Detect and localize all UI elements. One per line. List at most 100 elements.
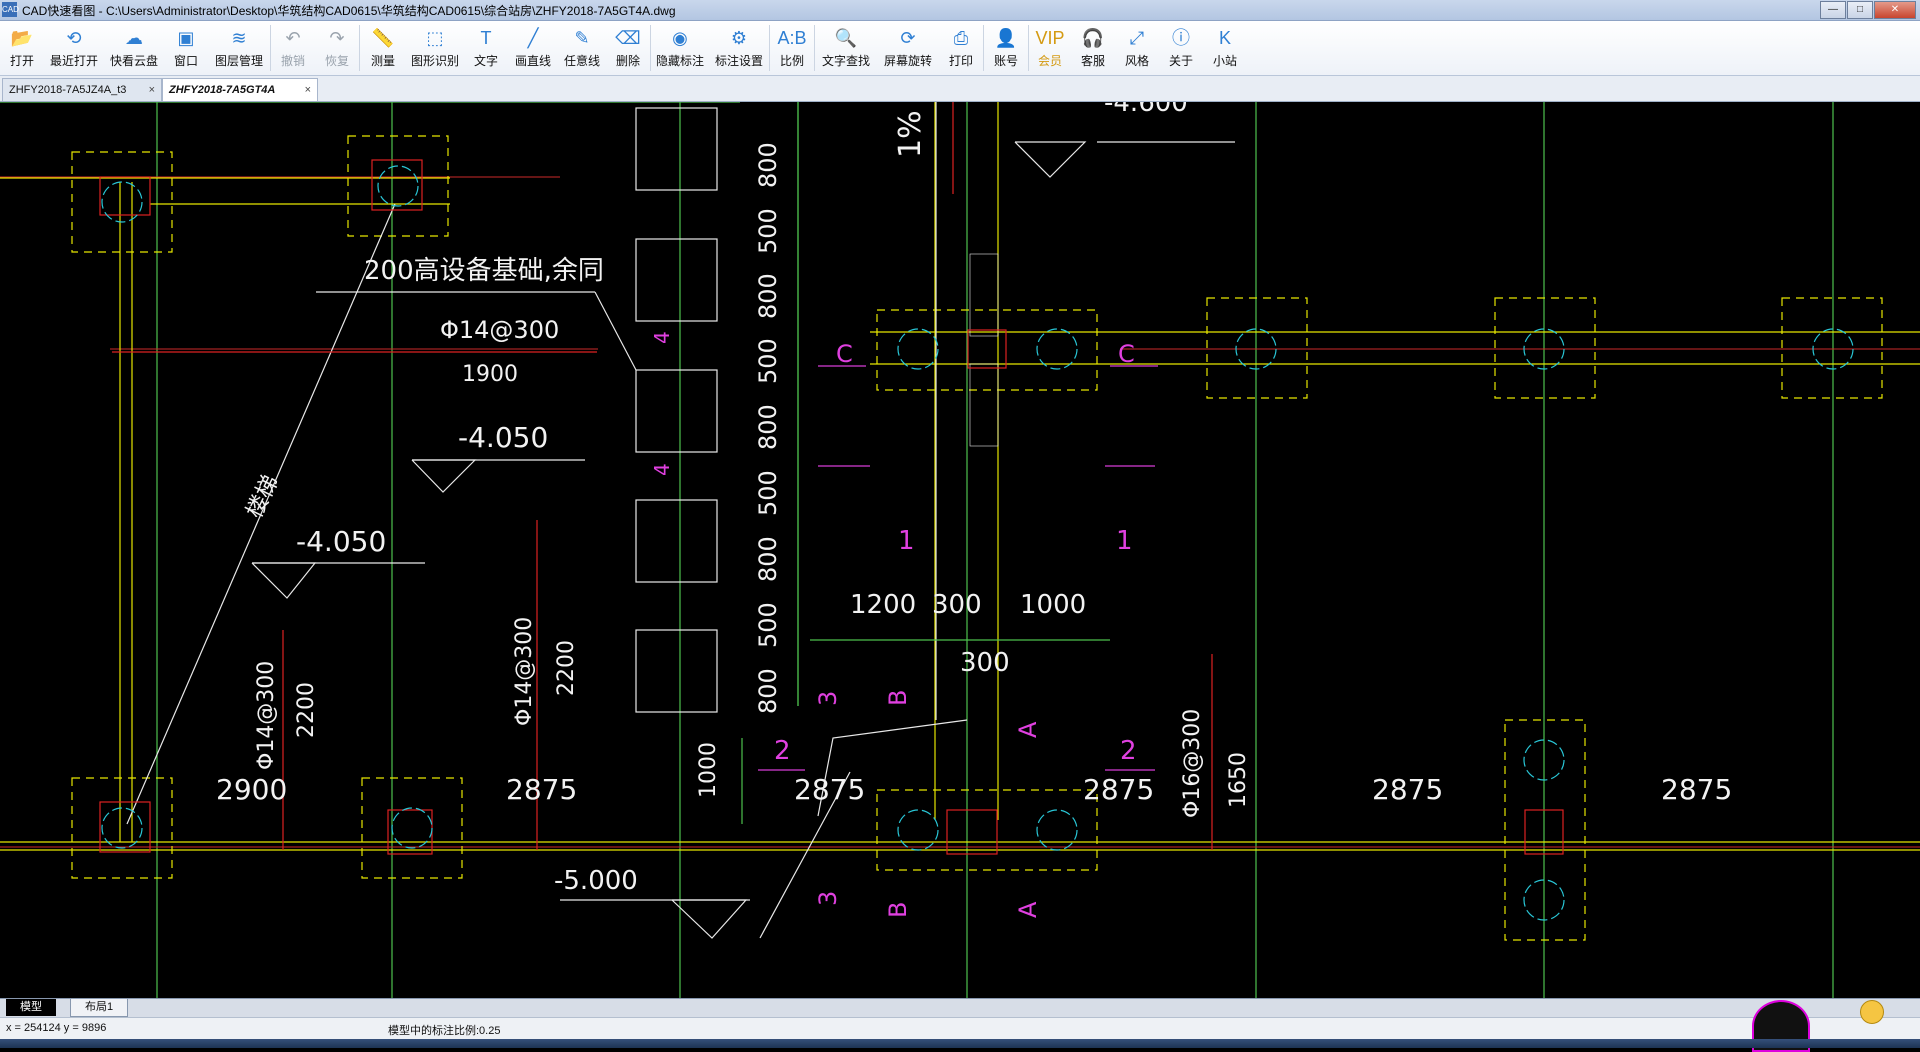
toolbar-button-redo: ↷ 恢复 bbox=[315, 21, 359, 75]
toolbar-button-text[interactable]: T 文字 bbox=[464, 21, 508, 75]
section-mark-2-left: 2 bbox=[774, 736, 791, 766]
section-mark-a-bottom: A bbox=[1014, 901, 1042, 918]
bottom-dim-6: 2875 bbox=[1661, 773, 1733, 806]
toolbar-button-text-search[interactable]: 🔍 文字查找 bbox=[815, 21, 877, 75]
layout-tab-layout1[interactable]: 布局1 bbox=[70, 999, 129, 1017]
toolbar-button-eraser[interactable]: ⌫ 删除 bbox=[606, 21, 650, 75]
layout-tab-model[interactable]: 模型 bbox=[6, 999, 56, 1016]
window-icon: ▣ bbox=[177, 28, 195, 48]
toolbar-label: 会员 bbox=[1037, 54, 1062, 68]
toolbar-label: 窗口 bbox=[173, 54, 198, 68]
section-mark-3-bottom: 3 bbox=[814, 890, 842, 906]
toolbar-button-undo: ↶ 撤销 bbox=[271, 21, 315, 75]
toolbar-button-history[interactable]: ⟲ 最近打开 bbox=[44, 21, 104, 75]
tab-close-icon[interactable]: × bbox=[305, 79, 311, 101]
rebar-label-top: Φ14@300 bbox=[440, 316, 560, 344]
toolbar-button-printer[interactable]: ⎙ 打印 bbox=[939, 21, 983, 75]
toolbar-button-line[interactable]: ╱ 画直线 bbox=[508, 21, 558, 75]
layout-tab-bar: 模型 布局1 bbox=[0, 998, 1920, 1017]
section-mark-4-a: 4 bbox=[650, 331, 674, 344]
drawing-canvas[interactable]: 2900 2875 2875 2875 2875 2875 800 500 800 5… bbox=[0, 102, 1920, 998]
eye-hide-icon: ◉ bbox=[672, 28, 688, 48]
dim-2200-left: 2200 bbox=[294, 682, 319, 738]
equipment-base-note: 200高设备基础,余同 bbox=[364, 256, 604, 286]
tab-label: ZHFY2018-7A5JZ4A_t3 bbox=[9, 84, 127, 96]
close-button[interactable]: ✕ bbox=[1874, 1, 1916, 19]
axis-lines bbox=[0, 102, 1834, 998]
side-dim-5: 800 bbox=[754, 404, 782, 450]
document-tab-bar: ZHFY2018-7A5JZ4A_t3 × ZHFY2018-7A5GT4A × bbox=[0, 76, 1920, 102]
rebar-label-left: Φ14@300 bbox=[254, 660, 279, 770]
toolbar-button-layers[interactable]: ≋ 图层管理 bbox=[208, 21, 270, 75]
status-bar: x = 254124 y = 9896 模型中的标注比例:0.25 bbox=[0, 1017, 1920, 1040]
section-mark-c-left: C bbox=[836, 340, 853, 368]
freehand-icon: ✎ bbox=[574, 28, 590, 48]
toolbar-label: 隐藏标注 bbox=[655, 54, 704, 68]
style-icon: ⤢ bbox=[1129, 28, 1145, 48]
side-dim-9: 800 bbox=[754, 668, 782, 714]
toolbar-button-shape-recognize[interactable]: ⬚ 图形识别 bbox=[406, 21, 464, 75]
toolbar-button-info[interactable]: ⓘ 关于 bbox=[1159, 21, 1203, 75]
toolbar-label: 最近打开 bbox=[49, 54, 98, 68]
headset-icon: 🎧 bbox=[1081, 28, 1105, 48]
vip-icon: VIP bbox=[1035, 28, 1065, 48]
toolbar-label: 删除 bbox=[615, 54, 640, 68]
account-icon: 👤 bbox=[994, 28, 1018, 48]
tab-zhfy2018-7a5jz4a-t3[interactable]: ZHFY2018-7A5JZ4A_t3 × bbox=[2, 78, 162, 101]
printer-icon: ⎙ bbox=[953, 28, 969, 48]
elevation-4050-a: -4.050 bbox=[458, 421, 549, 454]
toolbar-label: 标注设置 bbox=[714, 54, 763, 68]
tip-bulb-icon[interactable] bbox=[1860, 1000, 1884, 1024]
history-icon: ⟲ bbox=[66, 28, 82, 48]
toolbar-label: 测量 bbox=[370, 54, 395, 68]
toolbar-label: 撤销 bbox=[280, 54, 305, 68]
dim-1650: 1650 bbox=[1226, 752, 1251, 808]
toolbar-label: 画直线 bbox=[514, 54, 551, 68]
eraser-icon: ⌫ bbox=[615, 28, 641, 48]
maximize-button[interactable]: □ bbox=[1847, 1, 1873, 19]
side-dim-2: 500 bbox=[754, 208, 782, 254]
toolbar-button-eye-hide[interactable]: ◉ 隐藏标注 bbox=[651, 21, 709, 75]
section-mark-a-top: A bbox=[1014, 721, 1042, 738]
dim-1900: 1900 bbox=[462, 362, 518, 387]
toolbar-button-k-station[interactable]: K 小站 bbox=[1203, 21, 1247, 75]
toolbar-button-ruler[interactable]: 📏 测量 bbox=[360, 21, 406, 75]
toolbar-button-cloud[interactable]: ☁ 快看云盘 bbox=[104, 21, 164, 75]
section-mark-c-right: C bbox=[1118, 340, 1135, 368]
toolbar-button-style[interactable]: ⤢ 风格 bbox=[1115, 21, 1159, 75]
tab-zhfy2018-7a5gt4a[interactable]: ZHFY2018-7A5GT4A × bbox=[162, 78, 318, 101]
toolbar-button-headset[interactable]: 🎧 客服 bbox=[1071, 21, 1115, 75]
toolbar-button-folder-open[interactable]: 📂 打开 bbox=[0, 21, 44, 75]
toolbar-label: 恢复 bbox=[324, 54, 349, 68]
section-mark-1-left: 1 bbox=[898, 526, 915, 556]
dim-1000: 1000 bbox=[1020, 590, 1087, 620]
toolbar-label: 打开 bbox=[9, 54, 34, 68]
tab-label: ZHFY2018-7A5GT4A bbox=[169, 84, 276, 96]
section-mark-1-right: 1 bbox=[1116, 526, 1133, 556]
cad-drawing bbox=[0, 102, 1920, 998]
section-mark-4-b: 4 bbox=[650, 463, 674, 476]
toolbar-button-scale[interactable]: A:B 比例 bbox=[770, 21, 814, 75]
toolbar-label: 图形识别 bbox=[410, 54, 459, 68]
section-mark-3-top: 3 bbox=[814, 690, 842, 706]
ruler-icon: 📏 bbox=[371, 28, 395, 48]
toolbar-label: 账号 bbox=[993, 54, 1018, 68]
window-title: CAD快速看图 - C:\Users\Administrator\Desktop… bbox=[22, 4, 676, 18]
tab-close-icon[interactable]: × bbox=[149, 79, 155, 101]
minimize-button[interactable]: — bbox=[1820, 1, 1846, 19]
folder-open-icon: 📂 bbox=[10, 28, 34, 48]
annotation-scale-text: 模型中的标注比例:0.25 bbox=[388, 1025, 501, 1037]
bottom-dim-3: 2875 bbox=[794, 773, 866, 806]
side-dim-1: 800 bbox=[754, 142, 782, 188]
slope-label: 1% bbox=[893, 110, 928, 158]
toolbar-button-window[interactable]: ▣ 窗口 bbox=[164, 21, 208, 75]
rotate-screen-icon: ⟳ bbox=[900, 28, 916, 48]
toolbar-label: 客服 bbox=[1080, 54, 1105, 68]
toolbar-button-rotate-screen[interactable]: ⟳ 屏幕旋转 bbox=[877, 21, 939, 75]
toolbar-button-freehand[interactable]: ✎ 任意线 bbox=[558, 21, 606, 75]
toolbar-button-account[interactable]: 👤 账号 bbox=[984, 21, 1028, 75]
toolbar-button-annotation-settings[interactable]: ⚙ 标注设置 bbox=[709, 21, 769, 75]
info-icon: ⓘ bbox=[1172, 28, 1190, 48]
toolbar-label: 图层管理 bbox=[214, 54, 263, 68]
toolbar-button-vip[interactable]: VIP 会员 bbox=[1029, 21, 1071, 75]
